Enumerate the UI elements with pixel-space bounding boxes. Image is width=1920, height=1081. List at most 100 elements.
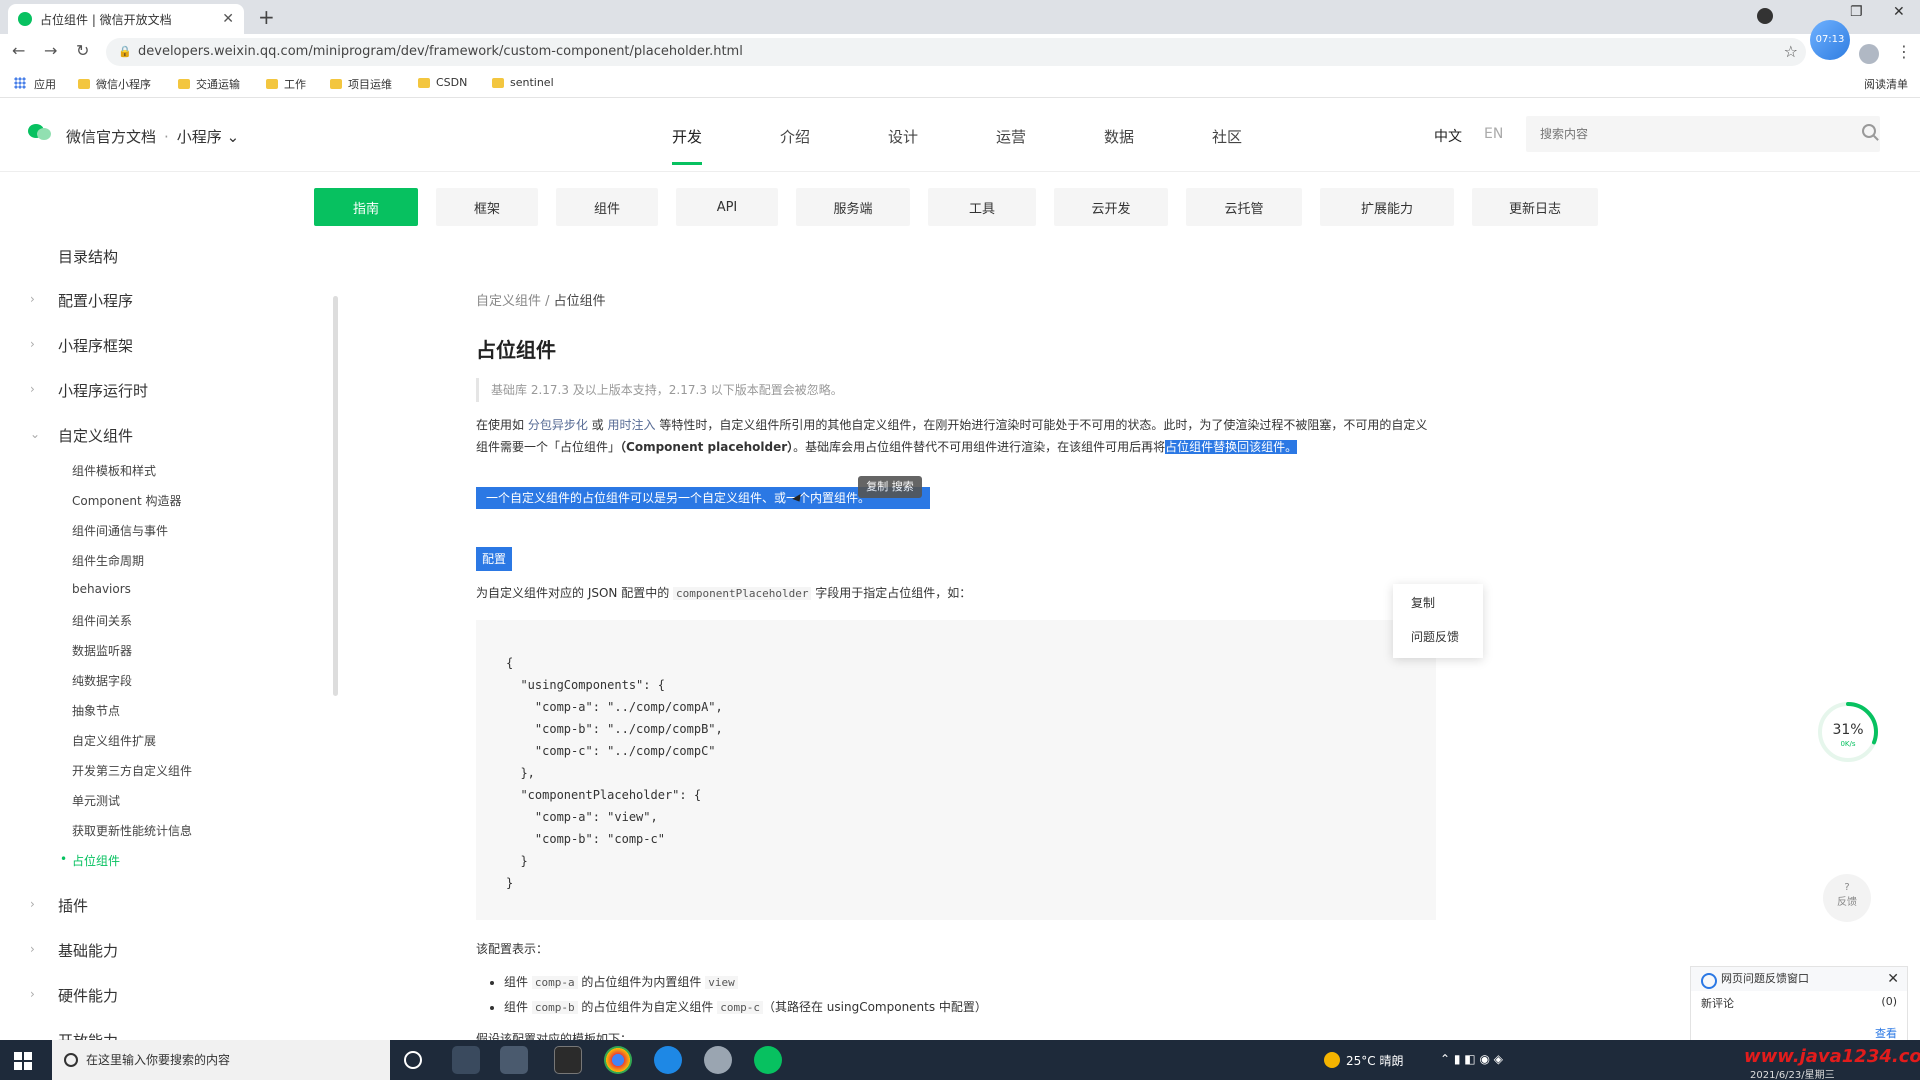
reading-list[interactable]: 阅读清单 [1864,76,1908,92]
profile-indicator-icon[interactable] [1757,8,1773,24]
nav-community[interactable]: 社区 [1212,126,1242,147]
account-icon[interactable] [1859,44,1879,64]
subtab-api[interactable]: API [676,188,778,226]
cortana-icon[interactable] [404,1051,422,1069]
code-line: "comp-c": "../comp/compC" [506,744,716,758]
sidebar-item-framework[interactable]: 小程序框架 [58,335,133,356]
sidebar-item-plugins[interactable]: 插件 [58,895,88,916]
link-subpackage-async[interactable]: 分包异步化 [528,418,588,432]
subtab-cloud-hosting[interactable]: 云托管 [1186,188,1302,226]
version-note: 基础库 2.17.3 及以上版本支持，2.17.3 以下版本配置会被忽略。 [476,378,1436,402]
subtab-changelog[interactable]: 更新日志 [1472,188,1598,226]
typora-icon[interactable] [554,1046,582,1074]
wechat-icon[interactable] [754,1046,782,1074]
app-icon[interactable] [500,1046,528,1074]
sidebar-subitem[interactable]: Component 构造器 [72,492,181,509]
sidebar-subitem[interactable]: 组件模板和样式 [72,462,156,479]
sidebar-subitem[interactable]: 数据监听器 [72,642,132,659]
subtab-server[interactable]: 服务端 [796,188,910,226]
bookmark-folder[interactable]: CSDN [418,76,467,89]
subtab-framework[interactable]: 框架 [436,188,538,226]
site-brand[interactable]: 微信官方文档 · 小程序 ⌄ [66,126,239,147]
sidebar-subitem[interactable]: 纯数据字段 [72,672,132,689]
nav-data[interactable]: 数据 [1104,126,1134,147]
sidebar-subitem[interactable]: behaviors [72,582,131,596]
subtab-guide[interactable]: 指南 [314,188,418,226]
sidebar-subitem[interactable]: 开发第三方自定义组件 [72,762,192,779]
address-bar[interactable]: 🔒 developers.weixin.qq.com/miniprogram/d… [106,38,1806,66]
lang-en[interactable]: EN [1484,126,1503,142]
sidebar-item-directory[interactable]: 目录结构 [58,246,118,267]
bookmark-apps[interactable]: 应用 [34,76,56,92]
reload-icon[interactable]: ↻ [76,41,89,60]
back-icon[interactable]: ← [12,41,25,60]
bookmark-folder[interactable]: sentinel [492,76,554,89]
windows-taskbar: 在这里输入你要搜索的内容 25°C 晴朗 ⌃ ▮ ◧ ◉ ◈ [0,1040,1920,1080]
apps-grid-icon[interactable] [14,77,26,89]
bookmark-folder[interactable]: 工作 [266,76,306,92]
nav-intro[interactable]: 介绍 [780,126,810,147]
sidebar-item-hardware[interactable]: 硬件能力 [58,985,118,1006]
sidebar-subitem[interactable]: 单元测试 [72,792,120,809]
wechat-logo-icon[interactable] [28,122,52,142]
sidebar-subitem[interactable]: 抽象节点 [72,702,120,719]
sidebar-item-config[interactable]: 配置小程序 [58,290,133,311]
edge-icon[interactable] [654,1046,682,1074]
subtab-tools[interactable]: 工具 [928,188,1036,226]
tray-icons[interactable]: ⌃ ▮ ◧ ◉ ◈ [1440,1052,1503,1066]
taskbar-clock[interactable]: 2021/6/23/星期三 [1750,1066,1835,1081]
browser-tab-active[interactable]: 占位组件 | 微信开放文档 ✕ [8,4,244,34]
chevron-right-icon: › [30,942,35,956]
sidebar-subitem[interactable]: 自定义组件扩展 [72,732,156,749]
nav-design[interactable]: 设计 [888,126,918,147]
restore-window-icon[interactable]: ❐ [1850,4,1863,20]
sidebar-subitem[interactable]: 组件间通信与事件 [72,522,168,539]
context-menu-feedback[interactable]: 问题反馈 [1393,622,1483,652]
extension-avatar[interactable]: 07:13 [1810,20,1850,60]
bookmark-star-icon[interactable]: ☆ [1784,38,1798,66]
sidebar-subitem-active[interactable]: 占位组件 [60,852,120,869]
sidebar-item-custom-components[interactable]: 自定义组件 [58,425,133,446]
search-icon[interactable] [1862,124,1876,138]
forward-icon[interactable]: → [44,41,57,60]
taskbar-search[interactable]: 在这里输入你要搜索的内容 [52,1040,390,1080]
site-search-input[interactable] [1526,116,1880,152]
notice-view-link[interactable]: 查看 [1875,1025,1897,1041]
sidebar-item-runtime[interactable]: 小程序运行时 [58,380,148,401]
nav-develop[interactable]: 开发 [672,126,703,165]
new-tab-icon[interactable]: + [258,5,275,29]
bookmark-folder[interactable]: 微信小程序 [78,76,151,92]
sidebar-subitem[interactable]: 组件生命周期 [72,552,144,569]
breadcrumb-parent[interactable]: 自定义组件 [476,294,541,309]
sidebar-item-open[interactable]: 开放能力 [58,1030,118,1040]
windows-start-icon[interactable] [14,1052,32,1070]
context-menu-copy[interactable]: 复制 [1393,588,1483,618]
bookmark-folder[interactable]: 项目运维 [330,76,392,92]
sidebar-subitem[interactable]: 组件间关系 [72,612,132,629]
network-speed-gauge[interactable]: 31% 0K/s [1816,700,1880,764]
lang-zh[interactable]: 中文 [1434,126,1462,146]
sidebar-subitem[interactable]: 获取更新性能统计信息 [72,822,192,839]
subtab-extensions[interactable]: 扩展能力 [1320,188,1454,226]
subtab-cloud-dev[interactable]: 云开发 [1054,188,1168,226]
sidebar-item-basic[interactable]: 基础能力 [58,940,118,961]
copy-search-popup[interactable]: 复制 搜索 [858,476,922,498]
close-tab-icon[interactable]: ✕ [222,11,234,27]
chat-app-icon[interactable] [704,1046,732,1074]
product-switcher[interactable]: 小程序 [177,128,222,146]
weather-text[interactable]: 25°C 晴朗 [1346,1052,1403,1069]
bookmark-folder[interactable]: 交通运输 [178,76,240,92]
feedback-button[interactable]: ? 反馈 [1823,874,1871,922]
sidebar-scrollbar[interactable] [333,296,338,696]
link-lazy-injection[interactable]: 用时注入 [607,418,655,432]
subtab-component[interactable]: 组件 [556,188,658,226]
chrome-icon[interactable] [604,1046,632,1074]
close-icon[interactable]: ✕ [1887,967,1899,991]
browser-menu-icon[interactable]: ⋮ [1896,42,1912,61]
nav-operation[interactable]: 运营 [996,126,1026,147]
sidebar: 目录结构 › 配置小程序 › 小程序框架 › 小程序运行时 ⌄ 自定义组件 组件… [0,242,330,1040]
tab-title: 占位组件 | 微信开放文档 [40,12,172,27]
close-window-icon[interactable]: ✕ [1893,4,1905,20]
folder-icon [492,77,504,88]
task-view-icon[interactable] [452,1046,480,1074]
